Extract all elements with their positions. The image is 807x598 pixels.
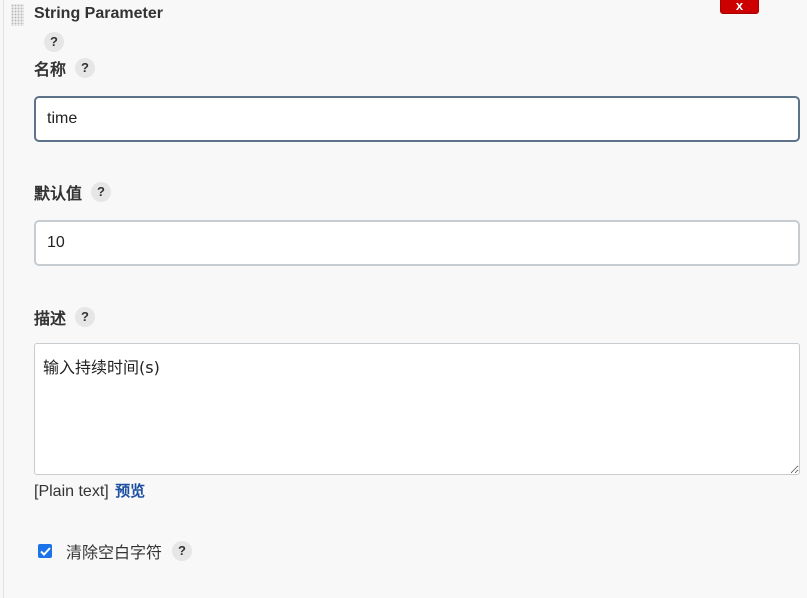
name-help-icon[interactable]: ? [75,58,96,78]
description-label-row: 描述 ? [34,305,96,329]
name-label-row: 名称 ? [34,56,96,80]
description-label: 描述 [34,309,67,328]
markup-format-text: [Plain text] [34,483,109,500]
checkmark-icon [39,546,51,556]
description-help-icon[interactable]: ? [75,307,96,327]
drag-handle-icon[interactable] [11,4,24,26]
trim-help-icon[interactable]: ? [172,541,193,561]
default-value-label: 默认值 [34,184,83,203]
markup-format-row: [Plain text] 预览 [34,480,145,501]
name-input[interactable] [34,96,800,142]
trim-label: 清除空白字符 [66,543,163,562]
name-label: 名称 [34,60,67,79]
default-value-input[interactable] [34,220,800,266]
section-help-icon[interactable]: ? [44,32,64,52]
preview-link[interactable]: 预览 [115,482,145,500]
default-label-row: 默认值 ? [34,180,112,204]
trim-option-row: 清除空白字符 ? [38,539,193,563]
section-title: String Parameter [34,5,163,22]
section-left-border [3,0,4,598]
default-value-help-icon[interactable]: ? [91,182,112,202]
description-textarea[interactable]: 输入持续时间(s) [34,343,800,475]
trim-checkbox[interactable] [38,544,52,558]
delete-parameter-button[interactable]: x [720,0,759,14]
